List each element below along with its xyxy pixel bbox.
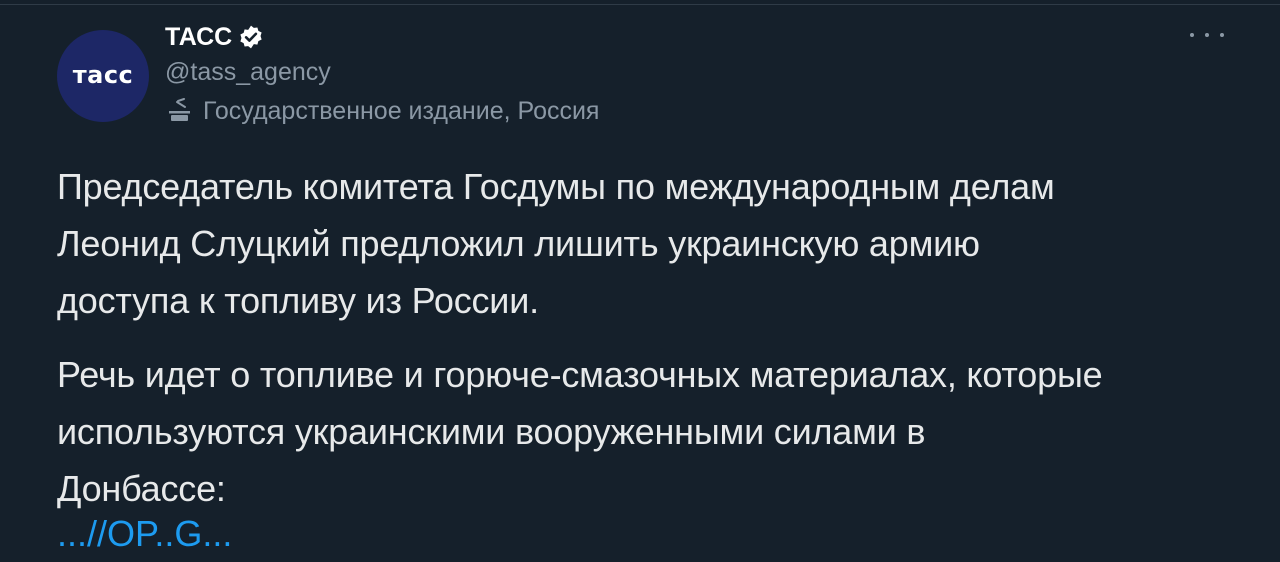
- tweet-line: Речь идет о топливе и горюче-смазочных м…: [57, 354, 1103, 395]
- tweet: тасс ТАСС @tass_agency Государственное и…: [0, 0, 1280, 554]
- verified-badge-icon: [238, 24, 264, 50]
- tweet-link[interactable]: ...//OP..G...: [57, 505, 232, 562]
- tweet-line: доступа к топливу из России.: [57, 280, 539, 321]
- account-handle[interactable]: @tass_agency: [165, 57, 331, 87]
- tweet-line: используются украинскими вооруженными си…: [57, 411, 926, 452]
- author-name-row[interactable]: ТАСС: [165, 22, 264, 52]
- tweet-line: Председатель комитета Госдумы по междуна…: [57, 166, 1055, 207]
- avatar[interactable]: тасс: [57, 30, 149, 122]
- tweet-line: Леонид Слуцкий предложил лишить украинск…: [57, 223, 980, 264]
- affiliation-text: Государственное издание, Россия: [203, 97, 600, 125]
- more-options-icon[interactable]: [1190, 30, 1224, 40]
- avatar-logo-text: тасс: [72, 61, 134, 89]
- tweet-line: Донбассе:: [57, 468, 226, 509]
- tweet-paragraph-1: Председатель комитета Госдумы по междуна…: [57, 158, 1237, 329]
- affiliation-label: Государственное издание, Россия: [165, 96, 599, 126]
- display-name[interactable]: ТАСС: [165, 22, 232, 52]
- tweet-paragraph-2: Речь идет о топливе и горюче-смазочных м…: [57, 346, 1237, 517]
- state-media-icon: [165, 96, 195, 126]
